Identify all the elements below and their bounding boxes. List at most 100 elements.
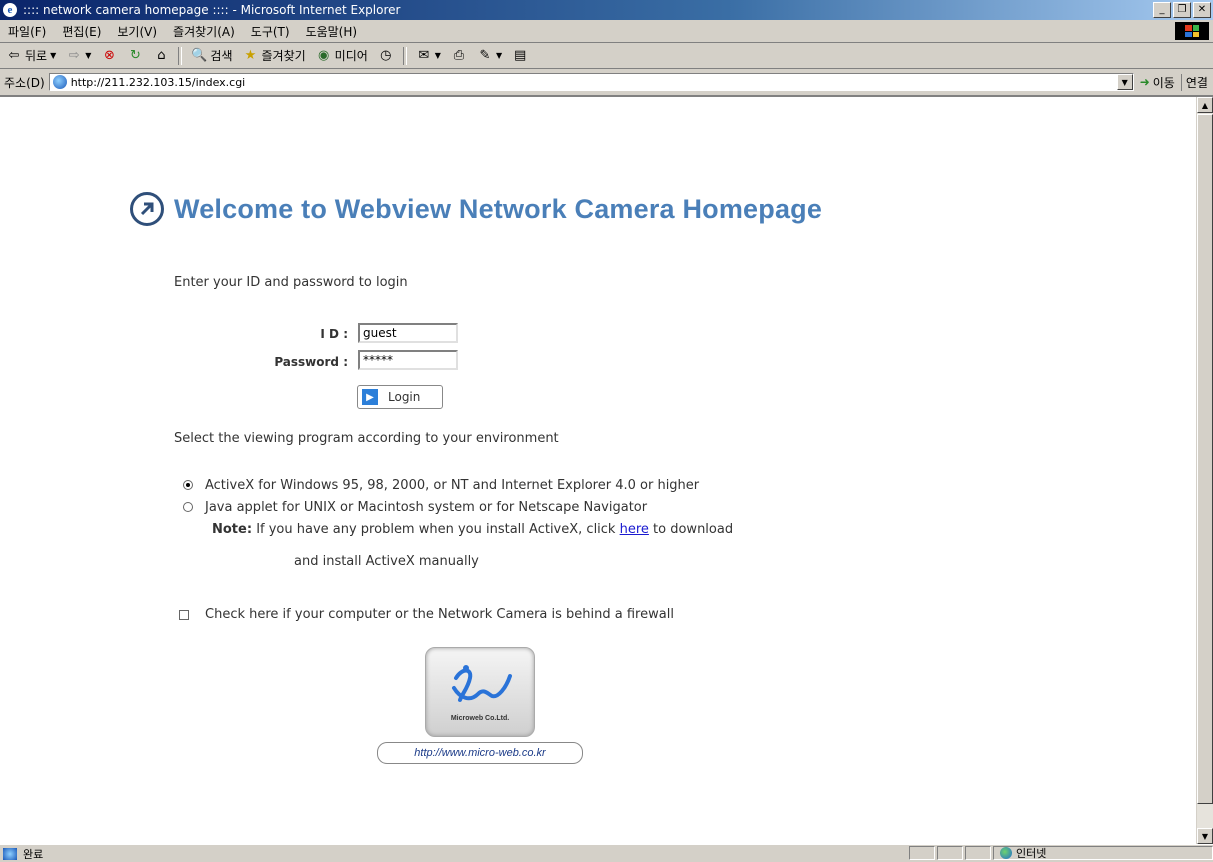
status-panes: 인터넷 [909, 846, 1213, 860]
note-line: Note: If you have any problem when you i… [212, 522, 733, 537]
stop-icon: ⊗ [103, 48, 115, 63]
login-button[interactable]: ▶ Login [357, 385, 443, 409]
edit-button[interactable]: ✎ ▼ [473, 45, 506, 67]
security-zone: 인터넷 [993, 846, 1213, 860]
favorites-label: 즐겨찾기 [261, 49, 306, 63]
history-button[interactable]: ◷ [374, 45, 398, 67]
print-icon: ⎙ [453, 48, 465, 63]
go-button[interactable]: ➜ 이동 [1134, 74, 1181, 91]
links-button[interactable]: 연결 [1180, 73, 1212, 91]
status-pane [909, 846, 935, 860]
microweb-logo-icon [452, 665, 512, 702]
search-label: 검색 [210, 49, 233, 63]
discuss-button[interactable]: ▤ [508, 45, 532, 67]
activex-download-link[interactable]: here [620, 522, 649, 537]
login-arrow-icon: ▶ [362, 389, 378, 405]
toolbar: ⇦ 뒤로 ▼ ⇨ ▼ ⊗ ↻ ⌂ 🔍 검색 ★ 즐겨찾기 ◉ 미디어 ◷ ✉ ▼… [0, 43, 1213, 69]
menu-edit[interactable]: 편집(E) [54, 23, 109, 40]
zone-label: 인터넷 [1016, 847, 1047, 860]
favorites-button[interactable]: ★ 즐겨찾기 [239, 45, 310, 67]
vertical-scrollbar[interactable]: ▲ ▼ [1196, 97, 1213, 844]
address-dropdown-button[interactable]: ▼ [1116, 74, 1133, 90]
status-pane [965, 846, 991, 860]
address-label: 주소(D) [4, 75, 45, 90]
note-text: If you have any problem when you install… [256, 522, 616, 537]
firewall-checkbox[interactable] [179, 610, 189, 620]
status-pane [937, 846, 963, 860]
address-bar: 주소(D) http://211.232.103.15/index.cgi ▼ … [0, 70, 1213, 94]
back-dropdown-icon: ▼ [50, 51, 57, 60]
note-text-continued: and install ActiveX manually [294, 554, 479, 569]
menu-view[interactable]: 보기(V) [109, 23, 165, 40]
search-button[interactable]: 🔍 검색 [187, 45, 236, 67]
menu-bar: 파일(F) 편집(E) 보기(V) 즐겨찾기(A) 도구(T) 도움말(H) [0, 20, 1213, 43]
viewer-prompt: Select the viewing program according to … [174, 431, 559, 446]
java-option-label: Java applet for UNIX or Macintosh system… [205, 500, 648, 515]
id-label: I D : [320, 327, 348, 341]
history-icon: ◷ [380, 48, 392, 63]
page-icon [52, 75, 67, 89]
microweb-url-link[interactable]: http://www.micro-web.co.kr [377, 742, 583, 764]
firewall-label: Check here if your computer or the Netwo… [205, 607, 674, 622]
stop-button[interactable]: ⊗ [97, 45, 121, 67]
menu-favorites[interactable]: 즐겨찾기(A) [165, 23, 243, 40]
windows-logo-icon [1175, 22, 1209, 40]
page-heading: Welcome to Webview Network Camera Homepa… [130, 192, 822, 226]
scroll-thumb[interactable] [1197, 114, 1213, 804]
minimize-button[interactable]: _ [1153, 2, 1171, 18]
forward-button[interactable]: ⇨ ▼ [62, 45, 95, 67]
activex-radio[interactable] [183, 480, 193, 490]
go-arrow-icon: ➜ [1139, 75, 1150, 89]
print-button[interactable]: ⎙ [447, 45, 471, 67]
go-label: 이동 [1152, 75, 1175, 90]
scroll-down-button[interactable]: ▼ [1197, 828, 1213, 844]
maximize-button[interactable]: ❐ [1173, 2, 1191, 18]
media-label: 미디어 [334, 49, 368, 63]
refresh-button[interactable]: ↻ [123, 45, 147, 67]
page-viewport: Welcome to Webview Network Camera Homepa… [0, 95, 1213, 844]
home-button[interactable]: ⌂ [149, 45, 173, 67]
refresh-icon: ↻ [129, 48, 141, 63]
address-input[interactable]: http://211.232.103.15/index.cgi ▼ [48, 73, 1134, 91]
login-label: Login [388, 390, 421, 404]
window-controls: _ ❐ ✕ [1153, 2, 1211, 18]
back-button[interactable]: ⇦ 뒤로 ▼ [2, 45, 60, 67]
media-icon: ◉ [318, 48, 330, 63]
forward-arrow-icon: ⇨ [68, 48, 80, 63]
discuss-icon: ▤ [513, 48, 527, 63]
id-input[interactable]: guest [358, 323, 458, 343]
window-title: :::: network camera homepage :::: - Micr… [23, 3, 401, 17]
search-icon: 🔍 [191, 48, 208, 63]
internet-zone-icon [1000, 847, 1012, 859]
menu-file[interactable]: 파일(F) [0, 23, 54, 40]
favorites-icon: ★ [244, 48, 257, 63]
microweb-logo[interactable]: Microweb Co.Ltd. [425, 647, 535, 737]
address-url: http://211.232.103.15/index.cgi [70, 75, 246, 89]
window-titlebar: e :::: network camera homepage :::: - Mi… [0, 0, 1213, 20]
menu-tools[interactable]: 도구(T) [243, 23, 298, 40]
arrow-circle-icon [130, 192, 164, 226]
mail-icon: ✉ [418, 48, 430, 63]
login-prompt: Enter your ID and password to login [174, 275, 408, 290]
activex-option-label: ActiveX for Windows 95, 98, 2000, or NT … [205, 478, 700, 493]
status-text: 완료 [23, 847, 44, 861]
mail-button[interactable]: ✉ ▼ [412, 45, 445, 67]
toolbar-separator [402, 46, 407, 65]
media-button[interactable]: ◉ 미디어 [312, 45, 372, 67]
edit-icon: ✎ [479, 48, 491, 63]
java-radio[interactable] [183, 502, 193, 512]
back-label: 뒤로 [25, 49, 48, 63]
password-label: Password : [274, 355, 348, 369]
page-done-icon [3, 847, 17, 860]
page-title: Welcome to Webview Network Camera Homepa… [174, 193, 823, 224]
logo-caption: Microweb Co.Ltd. [450, 715, 510, 722]
menu-help[interactable]: 도움말(H) [298, 23, 366, 40]
password-input[interactable]: ***** [358, 350, 458, 370]
note-text-tail: to download [653, 522, 734, 537]
forward-dropdown-icon: ▼ [85, 51, 92, 60]
links-label: 연결 [1185, 75, 1208, 90]
home-icon: ⌂ [157, 48, 166, 63]
close-button[interactable]: ✕ [1193, 2, 1211, 18]
edit-dropdown-icon: ▼ [495, 51, 503, 60]
scroll-up-button[interactable]: ▲ [1197, 97, 1213, 113]
